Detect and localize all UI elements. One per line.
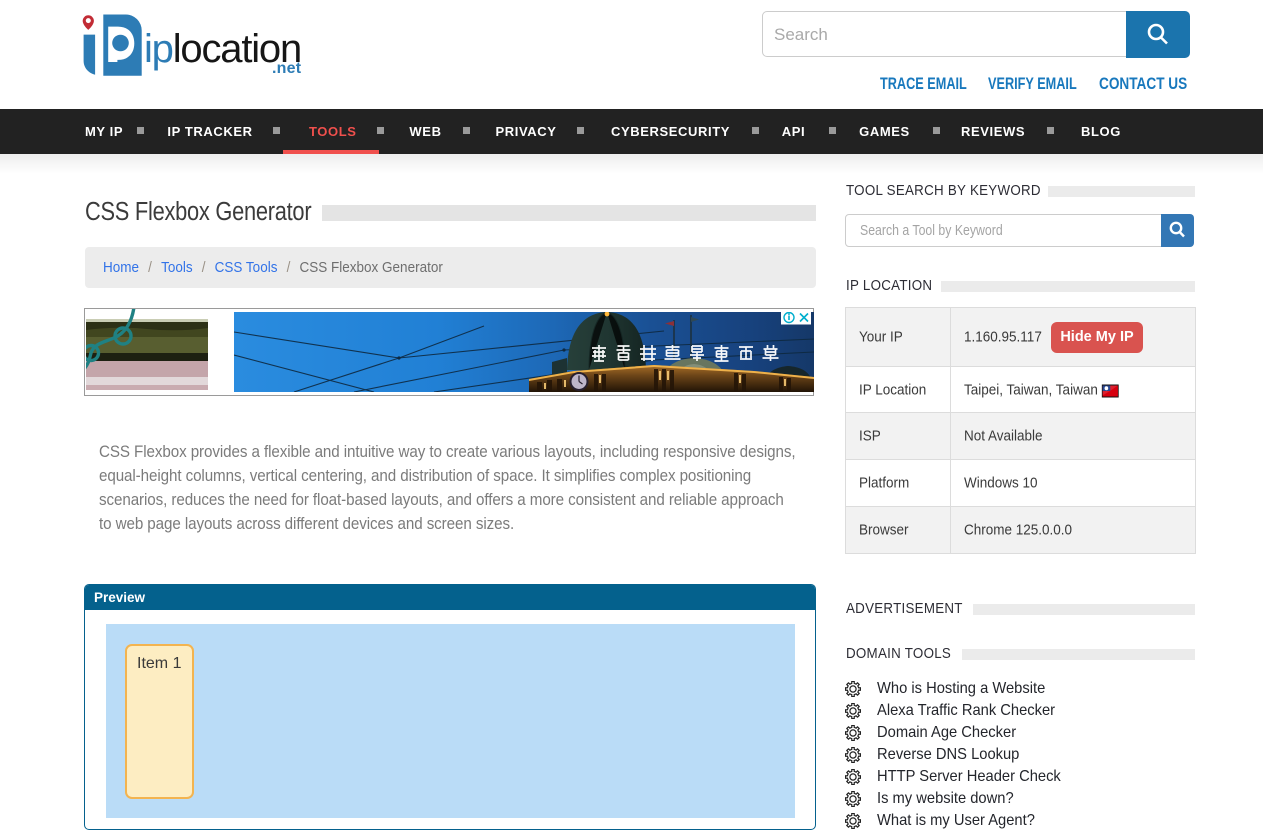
svg-text:.net: .net <box>272 60 302 77</box>
